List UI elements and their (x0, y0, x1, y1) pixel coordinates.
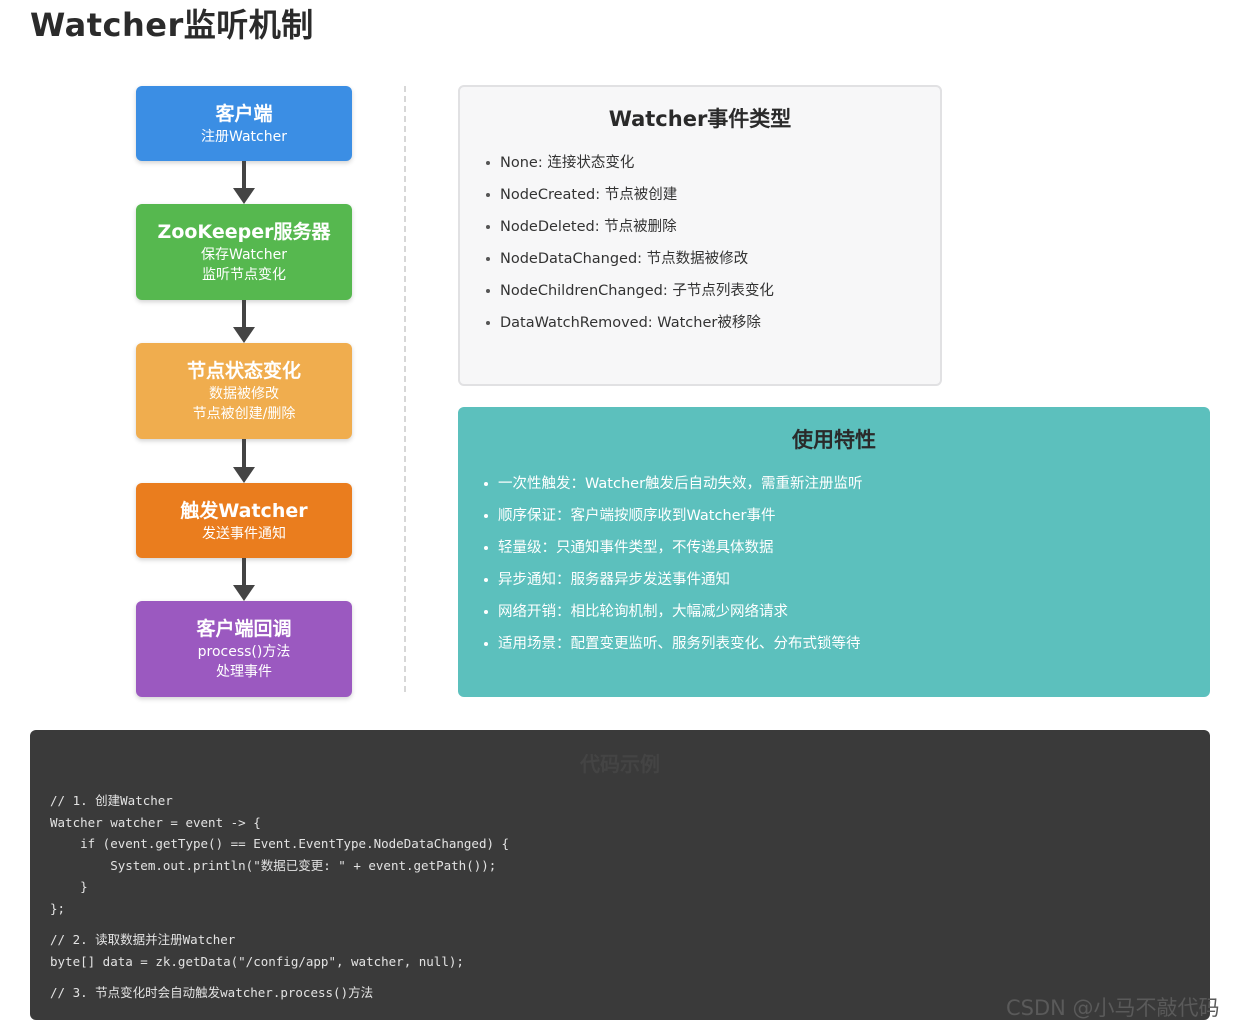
event-type-item: DataWatchRemoved: Watcher被移除 (486, 307, 940, 339)
flow-step-4: 触发Watcher 发送事件通知 (136, 483, 352, 558)
bullet-icon (484, 514, 488, 518)
bullet-icon (484, 546, 488, 550)
flow-step-3: 节点状态变化数据被修改节点被创建/删除 (136, 343, 352, 439)
event-type-item-text: NodeDeleted: 节点被删除 (500, 219, 677, 235)
flow-step-title: 触发Watcher (180, 499, 308, 522)
event-type-item-text: None: 连接状态变化 (500, 155, 635, 171)
bullet-icon (486, 289, 490, 293)
flow-step-2: ZooKeeper服务器保存Watcher 监听节点变化 (136, 204, 352, 300)
features-title: 使用特性 (792, 428, 876, 452)
event-type-item: NodeCreated: 节点被创建 (486, 179, 940, 211)
event-type-item: None: 连接状态变化 (486, 147, 940, 179)
bullet-icon (486, 321, 490, 325)
flow-step-detail: 监听节点变化 (202, 267, 286, 283)
code-line: Watcher watcher = event -> { (50, 814, 261, 830)
flow-step-detail: process()方法 (197, 644, 291, 660)
code-example-title: 代码示例 (580, 752, 660, 776)
flow-step-detail: 数据被修改 (209, 386, 279, 402)
flow-arrow-down-icon (233, 300, 255, 343)
event-type-item-text: DataWatchRemoved: Watcher被移除 (500, 315, 761, 331)
code-line: byte[] data = zk.getData("/config/app", … (50, 953, 464, 969)
flow-step-detail: 注册Watcher (201, 128, 287, 145)
flow-step-detail: 处理事件 (216, 664, 272, 680)
event-type-item: NodeDeleted: 节点被删除 (486, 211, 940, 243)
page-title: Watcher监听机制 (30, 6, 314, 44)
code-block: // 1. 创建Watcher Watcher watcher = event -… (50, 790, 509, 1004)
features-panel: 使用特性 一次性触发：Watcher触发后自动失效，需重新注册监听 顺序保证：客户… (458, 407, 1210, 697)
event-type-item-text: NodeDataChanged: 节点数据被修改 (500, 251, 749, 267)
code-line: }; (50, 900, 66, 916)
code-line: } (50, 879, 88, 894)
feature-item-text: 网络开销：相比轮询机制，大幅减少网络请求 (498, 604, 788, 620)
flow-step-1: 客户端注册Watcher (136, 86, 352, 161)
flow-step-detail: 发送事件通知 (202, 525, 286, 542)
bullet-icon (486, 257, 490, 261)
feature-item: 适用场景：配置变更监听、服务列表变化、分布式锁等待 (484, 628, 1210, 660)
bullet-icon (484, 482, 488, 486)
code-line: // 1. 创建Watcher (50, 793, 173, 808)
bullet-icon (484, 578, 488, 582)
flow-arrow-down-icon (233, 439, 255, 483)
bullet-icon (484, 610, 488, 614)
flow-step-title: 客户端回调 (196, 618, 292, 640)
flow-step-detail: 节点被创建/删除 (192, 406, 296, 422)
feature-item: 轻量级：只通知事件类型，不传递具体数据 (484, 532, 1210, 564)
event-types-list: None: 连接状态变化 NodeCreated: 节点被创建 NodeDelete… (460, 145, 940, 339)
code-line: System.out.println("数据已变更: " + event.get… (50, 857, 497, 873)
feature-item-text: 适用场景：配置变更监听、服务列表变化、分布式锁等待 (498, 636, 861, 652)
event-type-item-text: NodeCreated: 节点被创建 (500, 187, 678, 203)
watermark: CSDN @小马不敲代码 (1006, 996, 1220, 1020)
feature-item: 异步通知：服务器异步发送事件通知 (484, 564, 1210, 596)
code-line: // 2. 读取数据并注册Watcher (50, 932, 236, 947)
bullet-icon (484, 642, 488, 646)
feature-item-text: 异步通知：服务器异步发送事件通知 (498, 572, 730, 588)
event-type-item: NodeChildrenChanged: 子节点列表变化 (486, 275, 940, 307)
feature-item: 顺序保证：客户端按顺序收到Watcher事件 (484, 500, 1210, 532)
bullet-icon (486, 161, 490, 165)
feature-item: 一次性触发：Watcher触发后自动失效，需重新注册监听 (484, 468, 1210, 500)
code-example-panel: 代码示例 // 1. 创建Watcher Watcher watcher = ev… (30, 730, 1210, 1020)
flow-step-title: 客户端 (215, 102, 273, 125)
code-line: if (event.getType() == Event.EventType.N… (50, 836, 510, 851)
flow-arrow-down-icon (233, 558, 255, 601)
event-type-item-text: NodeChildrenChanged: 子节点列表变化 (500, 283, 774, 299)
feature-item-text: 顺序保证：客户端按顺序收到Watcher事件 (498, 508, 776, 524)
flow-step-title: ZooKeeper服务器 (157, 221, 331, 243)
event-types-title: Watcher事件类型 (608, 107, 792, 131)
bullet-icon (486, 193, 490, 197)
flow-step-5: 客户端回调 process()方法 处理事件 (136, 601, 352, 697)
flow-arrow-down-icon (233, 161, 255, 204)
feature-item-text: 轻量级：只通知事件类型，不传递具体数据 (498, 540, 774, 556)
feature-item: 网络开销：相比轮询机制，大幅减少网络请求 (484, 596, 1210, 628)
flow-step-title: 节点状态变化 (186, 360, 301, 382)
features-list: 一次性触发：Watcher触发后自动失效，需重新注册监听 顺序保证：客户端按顺序收… (458, 468, 1210, 660)
event-type-item: NodeDataChanged: 节点数据被修改 (486, 243, 940, 275)
code-line: // 3. 节点变化时会自动触发watcher.process()方法 (50, 985, 374, 1000)
flow-step-detail: 保存Watcher (201, 247, 287, 263)
feature-item-text: 一次性触发：Watcher触发后自动失效，需重新注册监听 (498, 476, 863, 492)
event-types-panel: Watcher事件类型 None: 连接状态变化 NodeCreated: 节点被… (458, 85, 942, 386)
dashed-divider (404, 86, 406, 692)
bullet-icon (486, 225, 490, 229)
